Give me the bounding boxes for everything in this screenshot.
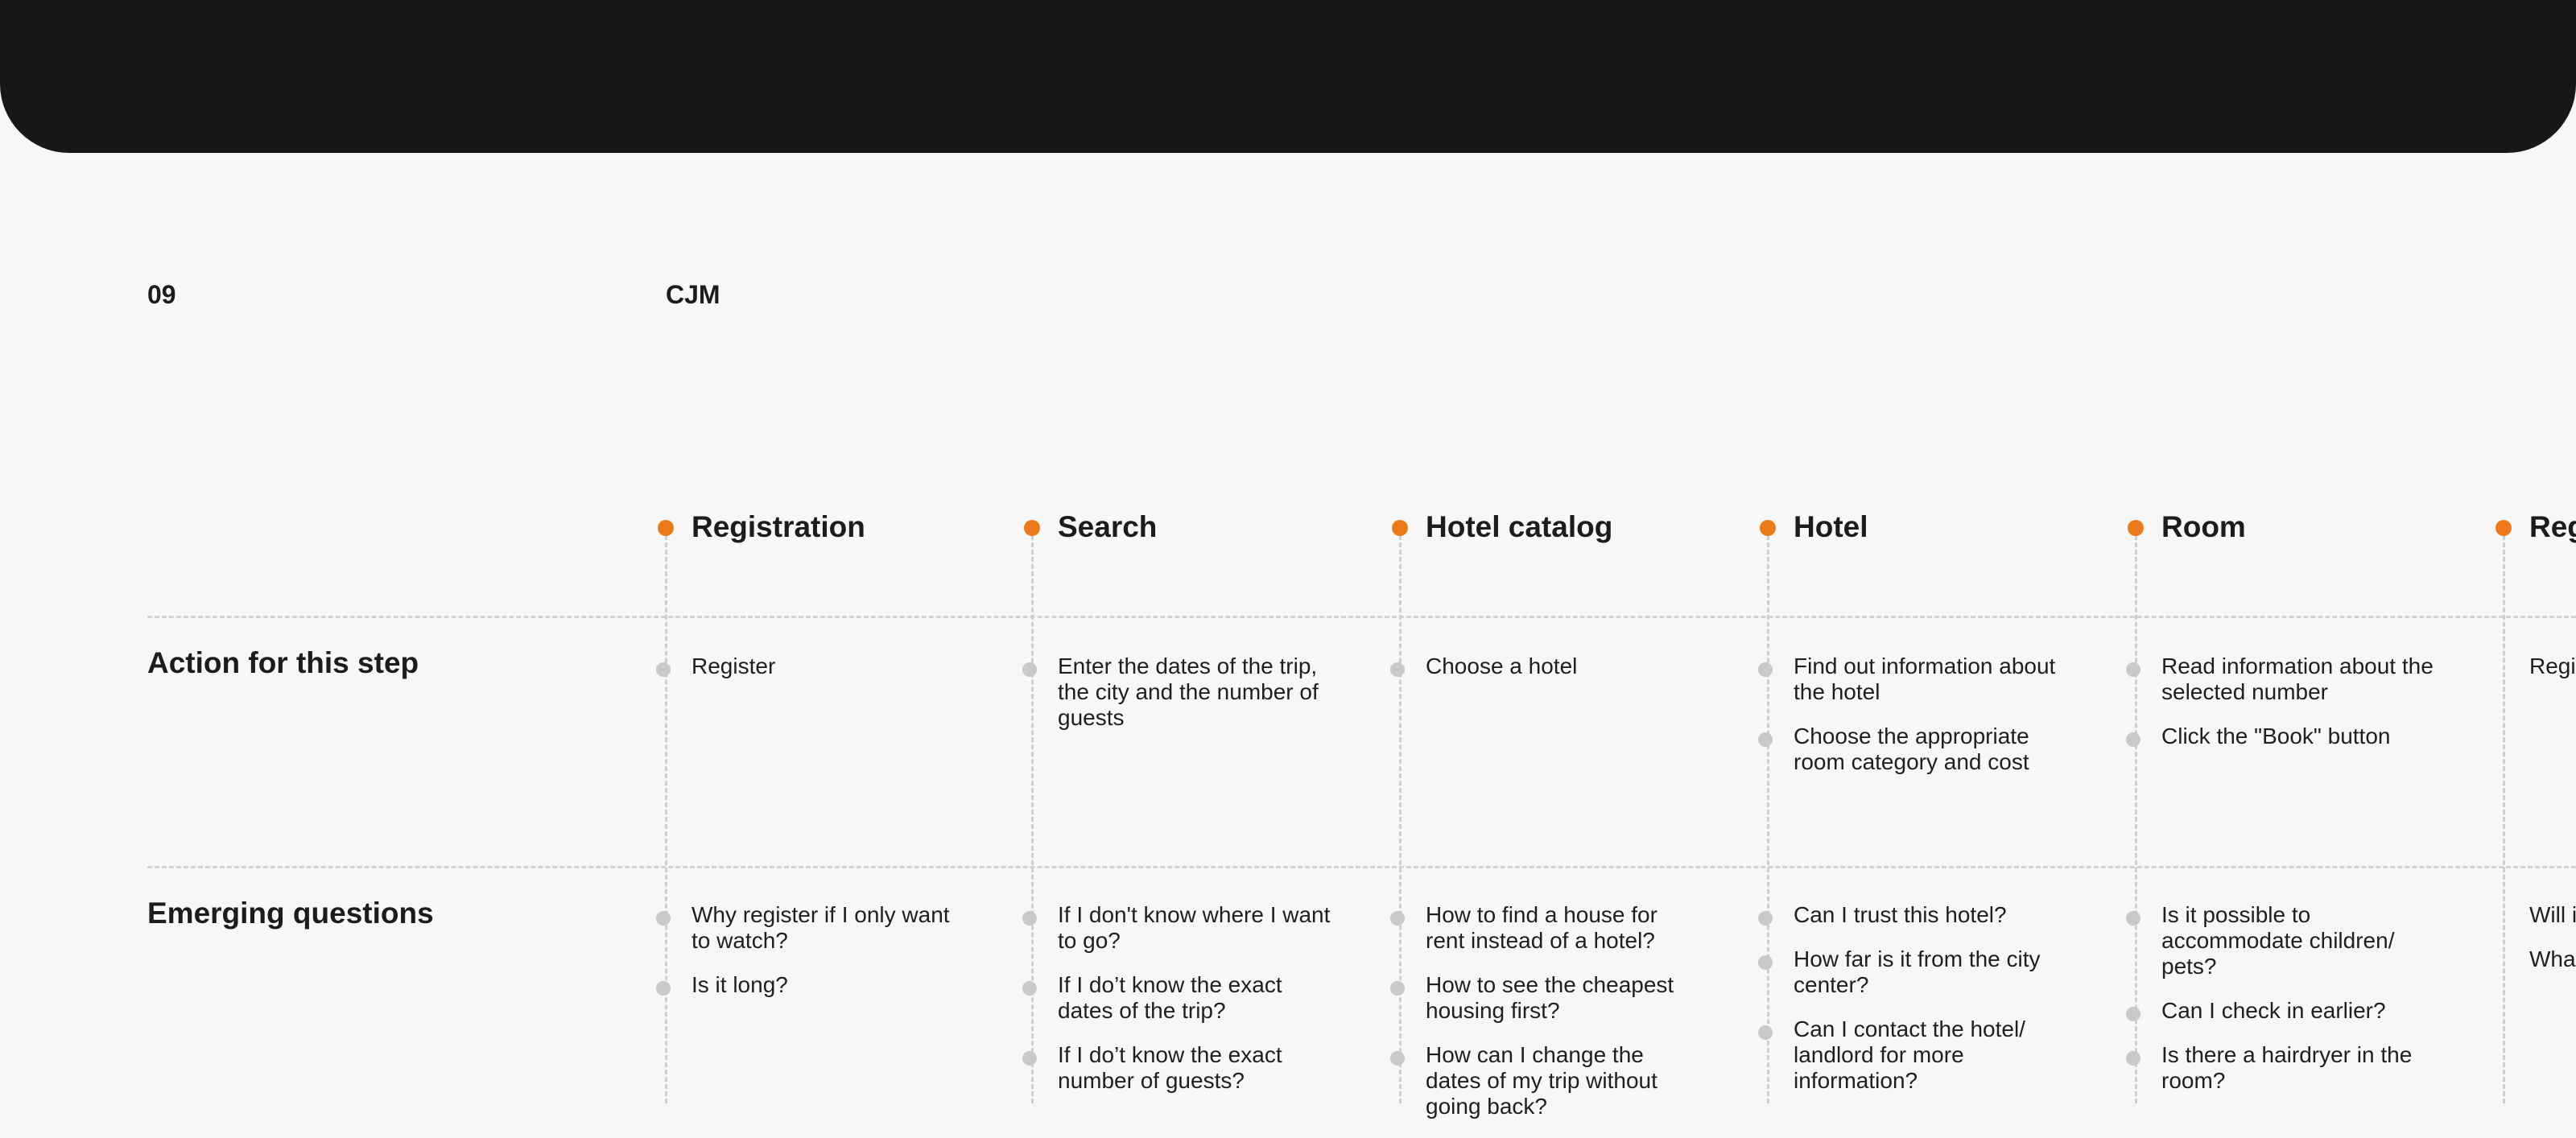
question-item: If I do’t know the exact dates of the tr… (1022, 972, 1331, 1024)
bullet-dot (1758, 955, 1773, 970)
actions-list-hotel-catalog: Choose a hotel (1390, 654, 1699, 698)
bullet-dot (1758, 911, 1773, 926)
question-item: Will i (2529, 902, 2576, 928)
timeline-line (1031, 528, 1034, 1103)
stage-dot (2128, 520, 2144, 536)
questions-list-hotel-catalog: How to find a house for rent instead of … (1390, 902, 1699, 1138)
stage-title-hotel-catalog: Hotel catalog (1426, 510, 1613, 543)
question-item: Is there a hairdryer in the room? (2126, 1042, 2435, 1094)
actions-list-registration: Register (656, 654, 965, 698)
row-label-questions: Emerging questions (147, 897, 434, 930)
stage-title-room: Room (2161, 510, 2246, 543)
question-item: If I do’t know the exact number of guest… (1022, 1042, 1331, 1094)
question-item: How can I change the dates of my trip wi… (1390, 1042, 1699, 1119)
questions-list-search: If I don't know where I want to go? If I… (1022, 902, 1331, 1112)
timeline-line (2503, 528, 2505, 1103)
question-item: If I don't know where I want to go? (1022, 902, 1331, 954)
stage-dot (658, 520, 674, 536)
bullet-dot (2126, 732, 2140, 747)
question-item: Why register if I only want to watch? (656, 902, 965, 954)
bullet-dot (1022, 662, 1037, 677)
actions-list-hotel: Find out information about the hotel Cho… (1758, 654, 2067, 794)
questions-list-partial: Will i Wha (2529, 902, 2576, 991)
action-item: Find out information about the hotel (1758, 654, 2067, 705)
timeline-line (665, 528, 667, 1103)
stage-title-search: Search (1058, 510, 1158, 543)
bullet-dot (1022, 981, 1037, 996)
questions-list-hotel: Can I trust this hotel? How far is it fr… (1758, 902, 2067, 1112)
bullet-dot (1390, 911, 1405, 926)
bullet-dot (1758, 662, 1773, 677)
bullet-dot (2126, 1007, 2140, 1021)
section-number: 09 (147, 280, 176, 309)
actions-list-search: Enter the dates of the trip, the city an… (1022, 654, 1331, 749)
bullet-dot (656, 662, 671, 677)
question-item: Can I trust this hotel? (1758, 902, 2067, 928)
timeline-line (1399, 528, 1402, 1103)
bullet-dot (1022, 911, 1037, 926)
stage-dot (2496, 520, 2512, 536)
question-item: Is it possible to accommodate children/ … (2126, 902, 2435, 979)
section-title: CJM (666, 280, 720, 309)
action-item: Choose a hotel (1390, 654, 1699, 679)
question-item: Can I check in earlier? (2126, 998, 2435, 1024)
question-item: Can I contact the hotel/ landlord for mo… (1758, 1016, 2067, 1094)
action-item: Read information about the selected numb… (2126, 654, 2435, 705)
question-item: How to see the cheapest housing first? (1390, 972, 1699, 1024)
bullet-dot (2126, 911, 2140, 926)
action-item: Enter the dates of the trip, the city an… (1022, 654, 1331, 731)
bullet-dot (1390, 1051, 1405, 1066)
actions-list-room: Read information about the selected numb… (2126, 654, 2435, 768)
question-item: Wha (2529, 946, 2576, 972)
action-item: Register (656, 654, 965, 679)
bullet-dot (656, 911, 671, 926)
bullet-dot (1390, 981, 1405, 996)
question-item: How to find a house for rent instead of … (1390, 902, 1699, 954)
bullet-dot (2126, 662, 2140, 677)
stage-dot (1024, 520, 1040, 536)
action-item: Click the "Book" button (2126, 724, 2435, 749)
questions-list-room: Is it possible to accommodate children/ … (2126, 902, 2435, 1112)
stage-title-registration: Registration (691, 510, 865, 543)
stage-title-hotel: Hotel (1794, 510, 1868, 543)
stage-dot (1760, 520, 1776, 536)
action-item: Regi (2529, 654, 2576, 679)
timeline-line (1767, 528, 1769, 1103)
bullet-dot (1758, 1025, 1773, 1040)
stage-dot (1392, 520, 1408, 536)
bullet-dot (1758, 732, 1773, 747)
bullet-dot (1390, 662, 1405, 677)
bullet-dot (1022, 1051, 1037, 1066)
divider-stages (147, 616, 2576, 618)
actions-list-partial: Regi (2529, 654, 2576, 698)
row-label-actions: Action for this step (147, 646, 419, 679)
action-item: Choose the appropriate room category and… (1758, 724, 2067, 775)
questions-list-registration: Why register if I only want to watch? Is… (656, 902, 965, 1016)
question-item: Is it long? (656, 972, 965, 998)
bullet-dot (2126, 1051, 2140, 1066)
question-item: How far is it from the city center? (1758, 946, 2067, 998)
divider-actions (147, 866, 2576, 868)
top-banner (0, 0, 2576, 153)
bullet-dot (656, 981, 671, 996)
stage-title-partial: Reg (2529, 510, 2576, 543)
